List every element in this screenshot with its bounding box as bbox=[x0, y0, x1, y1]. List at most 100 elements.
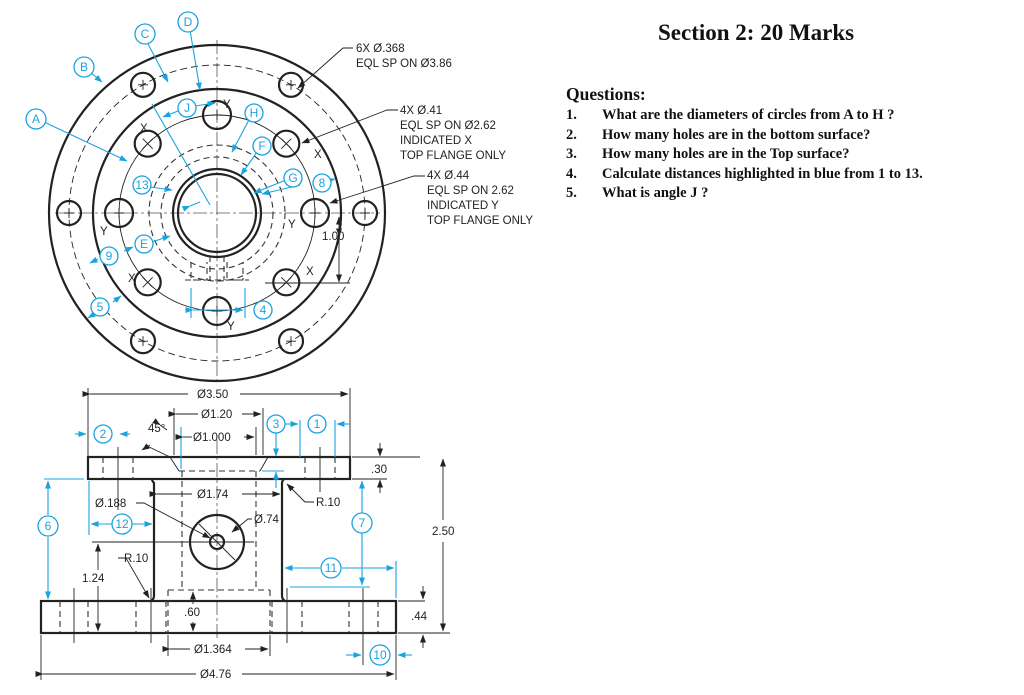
angle-45: 45° bbox=[148, 423, 165, 435]
bolt-hole bbox=[277, 71, 305, 98]
svg-text:2: 2 bbox=[100, 427, 107, 441]
callout-j: J bbox=[177, 98, 197, 118]
x-hole-note-line4: TOP FLANGE ONLY bbox=[400, 150, 506, 162]
bolt-hole-note-leader bbox=[297, 47, 353, 89]
leader-9-out bbox=[89, 256, 99, 264]
top-view: X X X X Y Y Y Y 6X Ø.368 EQL SP ON Ø3.86… bbox=[25, 11, 533, 385]
svg-text:10: 10 bbox=[373, 648, 387, 662]
hole-x bbox=[272, 268, 301, 297]
dim-44: .44 bbox=[411, 611, 428, 623]
svg-text:5: 5 bbox=[97, 300, 104, 314]
y-hole-note-line3: INDICATED Y bbox=[427, 200, 499, 212]
y-hole-note-line2: EQL SP ON 2.62 bbox=[427, 185, 514, 197]
leader-5-in bbox=[112, 295, 122, 303]
leader-13 bbox=[149, 186, 173, 192]
svg-text:3: 3 bbox=[273, 417, 280, 431]
leader-d bbox=[189, 29, 202, 91]
callout-f: F bbox=[252, 136, 272, 156]
question-item: 4. Calculate distances highlighted in blu… bbox=[566, 165, 1002, 185]
callout-h: H bbox=[244, 103, 264, 123]
leader-13-inner bbox=[181, 201, 201, 212]
dim-60: .60 bbox=[184, 607, 200, 619]
svg-text:G: G bbox=[288, 171, 297, 185]
mark-x: X bbox=[306, 266, 314, 278]
small-hole-leader bbox=[136, 502, 211, 539]
callout-11: 11 bbox=[320, 557, 342, 579]
svg-text:11: 11 bbox=[325, 561, 338, 575]
hole-x bbox=[133, 129, 162, 158]
svg-text:J: J bbox=[184, 101, 190, 115]
question-number: 3. bbox=[566, 146, 577, 162]
section-title: Section 2: 20 Marks bbox=[658, 20, 855, 45]
mark-y: Y bbox=[223, 99, 231, 111]
dim-1-364: Ø1.364 bbox=[194, 644, 232, 656]
y-hole-note-line4: TOP FLANGE ONLY bbox=[427, 215, 533, 227]
bolt-hole bbox=[277, 328, 305, 355]
question-number: 1. bbox=[566, 107, 577, 123]
callout-e: E bbox=[134, 234, 154, 254]
callout-6: 6 bbox=[37, 515, 59, 537]
x-hole-note-line3: INDICATED X bbox=[400, 135, 472, 147]
callout-c: C bbox=[134, 23, 156, 45]
dim-1-000: Ø1.000 bbox=[193, 432, 231, 444]
bolt-hole bbox=[129, 328, 157, 355]
question-item: 5. What is angle J ? bbox=[566, 184, 1002, 204]
question-item: 1. What are the diameters of circles from… bbox=[566, 106, 1002, 126]
leader-e bbox=[151, 235, 171, 243]
svg-text:B: B bbox=[80, 60, 88, 74]
question-text: How many holes are in the bottom surface… bbox=[602, 126, 871, 143]
svg-text:7: 7 bbox=[359, 516, 366, 530]
engineering-drawing: X X X X Y Y Y Y 6X Ø.368 EQL SP ON Ø3.86… bbox=[25, 11, 533, 681]
dim-30: .30 bbox=[371, 464, 387, 476]
mark-x: X bbox=[128, 273, 136, 285]
callout-b: B bbox=[73, 56, 95, 78]
svg-text:13: 13 bbox=[135, 178, 149, 192]
callout-10: 10 bbox=[369, 644, 391, 666]
mark-y: Y bbox=[288, 219, 296, 231]
dim-4-76: Ø4.76 bbox=[200, 669, 231, 681]
radius-top: R.10 bbox=[316, 497, 340, 509]
svg-text:C: C bbox=[141, 27, 150, 41]
angle-leader bbox=[144, 444, 171, 458]
callout-9: 9 bbox=[99, 246, 119, 266]
question-text: What is angle J ? bbox=[602, 185, 709, 201]
leader-j-center bbox=[151, 103, 211, 206]
mark-x: X bbox=[140, 123, 148, 135]
hole-x bbox=[133, 268, 162, 297]
bolt-hole bbox=[129, 71, 157, 98]
svg-text:D: D bbox=[184, 15, 193, 29]
front-view: Ø3.50 Ø1.20 Ø1.000 45° .30 2.50 .44 Ø1.7… bbox=[35, 388, 454, 681]
base-flange-hidden bbox=[59, 601, 379, 633]
callout-8: 8 bbox=[312, 173, 332, 193]
hole-y bbox=[299, 197, 331, 229]
questions-heading: Questions: bbox=[566, 84, 646, 104]
callout-1: 1 bbox=[307, 414, 327, 434]
callout-3: 3 bbox=[266, 414, 286, 434]
callout-4: 4 bbox=[253, 300, 273, 320]
top-flange bbox=[86, 455, 352, 481]
hole-x bbox=[272, 129, 301, 158]
svg-text:H: H bbox=[250, 106, 259, 120]
svg-text:12: 12 bbox=[115, 517, 129, 531]
svg-text:8: 8 bbox=[319, 176, 326, 190]
svg-text:F: F bbox=[258, 139, 265, 153]
mark-y: Y bbox=[100, 226, 108, 238]
bolt-hole-note-line2: EQL SP ON Ø3.86 bbox=[356, 58, 452, 70]
question-number: 5. bbox=[566, 185, 577, 201]
x-hole-note-line2: EQL SP ON Ø2.62 bbox=[400, 120, 496, 132]
callout-5: 5 bbox=[90, 297, 110, 317]
dim-1-74: Ø1.74 bbox=[197, 489, 229, 501]
callout-12: 12 bbox=[111, 513, 133, 535]
question-number: 4. bbox=[566, 165, 577, 182]
svg-text:A: A bbox=[32, 112, 40, 126]
dim-1-24: 1.24 bbox=[82, 573, 105, 585]
callout-g: G bbox=[283, 168, 303, 188]
x-hole-note-line1: 4X Ø.41 bbox=[400, 105, 442, 117]
y-hole-note-leader bbox=[329, 175, 425, 204]
svg-text:6: 6 bbox=[45, 519, 52, 533]
dim-1-20: Ø1.20 bbox=[201, 409, 232, 421]
mark-y: Y bbox=[227, 321, 235, 333]
question-number: 2. bbox=[566, 126, 577, 143]
callout-a: A bbox=[25, 108, 47, 130]
svg-text:1: 1 bbox=[314, 417, 321, 431]
